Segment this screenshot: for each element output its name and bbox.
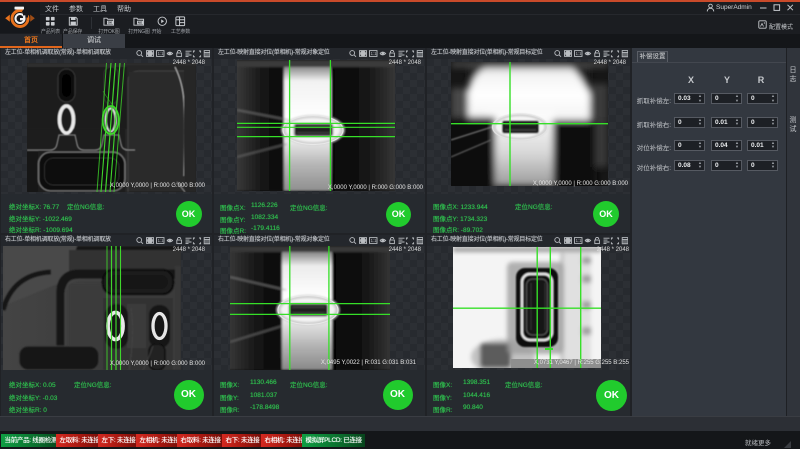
- svg-text:NG: NG: [138, 21, 143, 25]
